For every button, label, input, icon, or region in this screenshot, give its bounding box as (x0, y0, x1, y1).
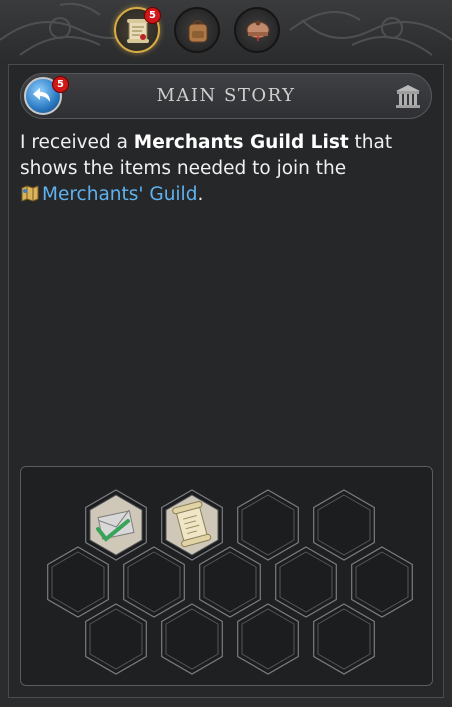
inventory-slot[interactable] (237, 603, 299, 675)
ornament-decoration (0, 2, 452, 56)
inventory-slot[interactable] (161, 603, 223, 675)
pot-icon (246, 20, 270, 41)
inventory-slot[interactable] (313, 489, 375, 561)
merchants-guild-link[interactable]: Merchants' Guild (42, 184, 197, 205)
inventory-panel (20, 466, 433, 686)
inventory-slot[interactable] (351, 546, 413, 618)
top-tab-bar: 5 (0, 0, 452, 64)
tab-backpack[interactable] (174, 7, 220, 53)
inventory-slot[interactable] (199, 546, 261, 618)
quest-count-badge: 5 (144, 7, 161, 24)
item-name: Merchants Guild List (133, 132, 349, 153)
inventory-slot[interactable] (313, 603, 375, 675)
page-title: MAIN STORY (156, 85, 296, 106)
inventory-slot[interactable] (123, 546, 185, 618)
story-text-part: . (197, 184, 204, 205)
guild-building-icon[interactable] (394, 83, 422, 109)
inventory-slot[interactable] (47, 546, 109, 618)
backpack-icon (188, 20, 208, 43)
inventory-slot[interactable] (161, 489, 223, 561)
tab-cooking[interactable] (234, 7, 280, 53)
tab-quests[interactable]: 5 (114, 7, 161, 53)
inventory-slot[interactable] (275, 546, 337, 618)
inventory-slot[interactable] (85, 489, 147, 561)
story-text-part: I received a (20, 132, 134, 153)
map-icon (21, 185, 39, 202)
inventory-slot[interactable] (237, 489, 299, 561)
inventory-slot[interactable] (85, 603, 147, 675)
story-text: I received a Merchants Guild List that s… (20, 130, 430, 208)
inventory-hex-grid (47, 489, 413, 675)
